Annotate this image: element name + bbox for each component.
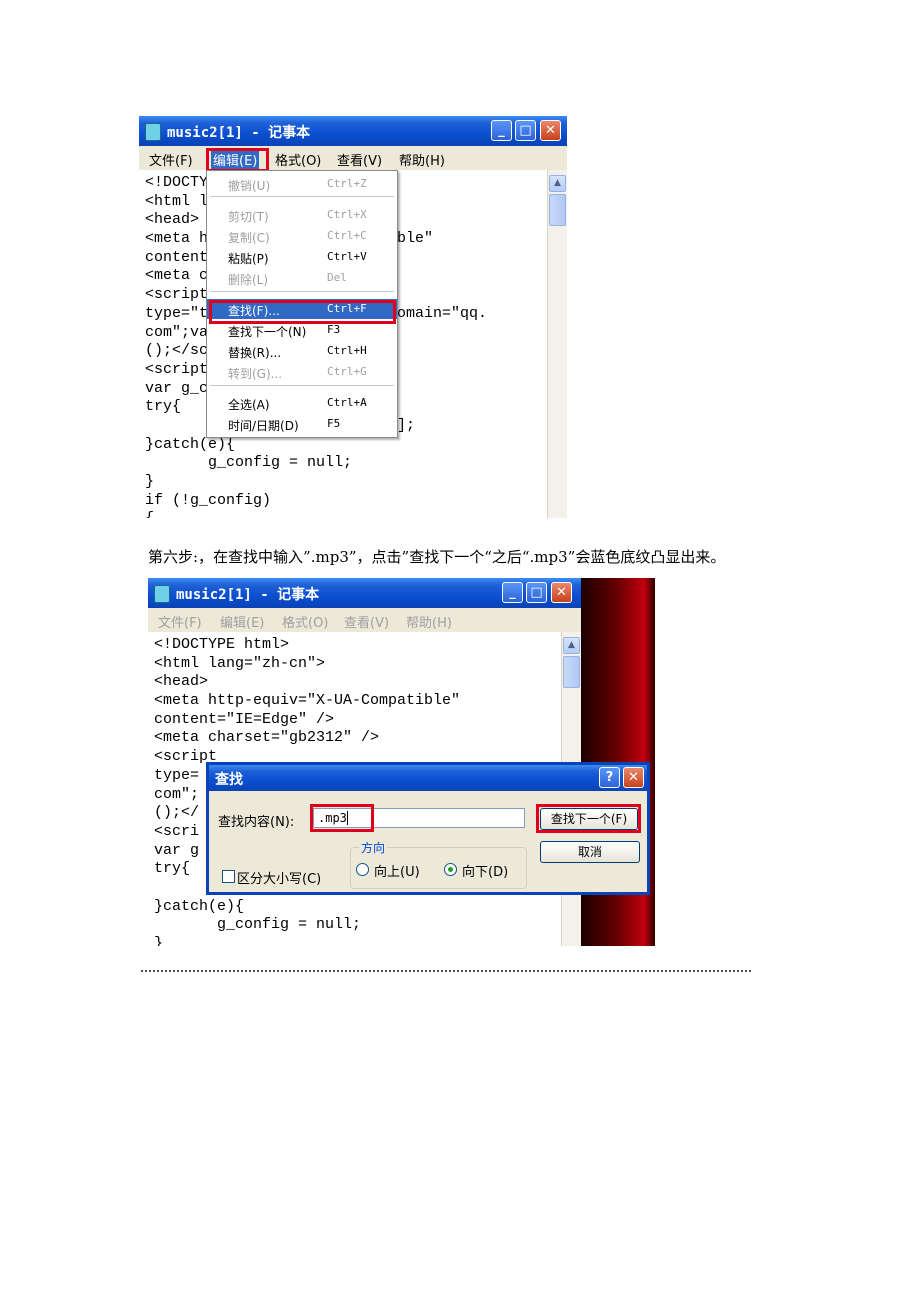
step-caption: 第六步:，在查找中输入”.mp3”，点击”查找下一个“之后“.mp3”会蓝色底纹…	[148, 548, 726, 566]
minimize-button[interactable]: _	[502, 582, 523, 603]
editor-line: <html lang="zh-cn">	[154, 654, 326, 672]
editor-line: {	[145, 510, 547, 518]
editor-line: }	[154, 935, 164, 946]
menu-bar: 文件(F) 编辑(E) 格式(O) 查看(V) 帮助(H)	[148, 608, 581, 632]
dialog-title: 查找	[215, 772, 243, 788]
match-case-checkbox[interactable]	[222, 870, 235, 883]
minimize-button[interactable]: _	[491, 120, 512, 141]
editor-line: content="IE=Edge" />	[154, 710, 335, 728]
find-input-highlight	[310, 804, 374, 832]
close-button[interactable]: ✕	[551, 582, 572, 603]
menu-bar: 文件(F) 编辑(E) 格式(O) 查看(V) 帮助(H)	[139, 146, 567, 170]
radio-down[interactable]	[444, 863, 457, 876]
screenshot-edit-menu: music2[1] - 记事本 _ □ ✕ 文件(F) 编辑(E) 格式(O) …	[139, 116, 567, 518]
notepad-icon	[154, 585, 170, 603]
menu-item-cut[interactable]: 剪切(T) Ctrl+X	[207, 205, 397, 225]
window-title: music2[1] - 记事本	[176, 587, 320, 603]
screenshot-find-dialog: music2[1] - 记事本 _ □ ✕ 文件(F) 编辑(E) 格式(O) …	[148, 578, 655, 946]
menu-item-time-date[interactable]: 时间/日期(D) F5	[207, 414, 397, 434]
menu-edit[interactable]: 编辑(E)	[220, 612, 264, 631]
find-dialog: 查找 ? ✕ 查找内容(N): .mp3 查找下一个(F) 取消 区分大小写(C…	[206, 762, 650, 895]
menu-item-goto[interactable]: 转到(G)... Ctrl+G	[207, 362, 397, 382]
radio-up[interactable]	[356, 863, 369, 876]
editor-line: <meta http-equiv="X-UA-Compatible"	[154, 692, 461, 710]
find-item-highlight	[209, 300, 396, 324]
menu-file[interactable]: 文件(F)	[158, 612, 202, 631]
notepad-icon	[145, 123, 161, 141]
window-title: music2[1] - 记事本	[167, 125, 311, 141]
dialog-close-button[interactable]: ✕	[623, 767, 644, 788]
menu-help[interactable]: 帮助(H)	[399, 150, 445, 169]
maximize-button[interactable]: □	[515, 120, 536, 141]
dotted-separator	[140, 969, 752, 973]
menu-view[interactable]: 查看(V)	[337, 150, 382, 169]
edit-menu-highlight	[206, 148, 269, 172]
cancel-button[interactable]: 取消	[540, 841, 640, 863]
editor-line: <meta charset="gb2312" />	[154, 729, 380, 747]
scroll-up-icon[interactable]: ▲	[563, 637, 580, 654]
menu-item-copy[interactable]: 复制(C) Ctrl+C	[207, 226, 397, 246]
window-titlebar[interactable]: music2[1] - 记事本 _ □ ✕	[139, 116, 567, 146]
menu-item-replace[interactable]: 替换(R)... Ctrl+H	[207, 341, 397, 361]
radio-dot-icon	[448, 867, 453, 872]
radio-up-label: 向上(U)	[374, 865, 420, 880]
menu-item-undo[interactable]: 撤销(U) Ctrl+Z	[207, 174, 397, 194]
radio-down-label: 向下(D)	[462, 865, 509, 880]
maximize-button[interactable]: □	[526, 582, 547, 603]
editor-line: g_config = null;	[145, 454, 353, 472]
menu-format[interactable]: 格式(O)	[282, 612, 328, 631]
find-label: 查找内容(N):	[218, 815, 295, 830]
menu-view[interactable]: 查看(V)	[344, 612, 389, 631]
window-titlebar[interactable]: music2[1] - 记事本 _ □ ✕	[148, 578, 581, 608]
menu-separator	[210, 385, 394, 386]
editor-line: }catch(e){	[154, 897, 245, 915]
scroll-up-icon[interactable]: ▲	[549, 175, 566, 192]
editor-line: <head>	[154, 673, 209, 691]
editor-line: <!DOCTYPE html>	[154, 636, 290, 653]
close-button[interactable]: ✕	[540, 120, 561, 141]
scroll-thumb[interactable]	[563, 656, 580, 688]
find-next-highlight	[536, 804, 641, 833]
scroll-thumb[interactable]	[549, 194, 566, 226]
dialog-titlebar[interactable]: 查找 ? ✕	[209, 765, 647, 791]
menu-item-paste[interactable]: 粘贴(P) Ctrl+V	[207, 247, 397, 267]
menu-help[interactable]: 帮助(H)	[406, 612, 452, 631]
menu-separator	[210, 196, 394, 197]
editor-line: }catch(e){	[145, 435, 236, 453]
menu-separator	[210, 291, 394, 292]
editor-line: g_config = null;	[154, 916, 362, 934]
editor-line: }	[145, 473, 155, 490]
help-button[interactable]: ?	[599, 767, 620, 788]
menu-item-select-all[interactable]: 全选(A) Ctrl+A	[207, 393, 397, 413]
menu-item-delete[interactable]: 删除(L) Del	[207, 268, 397, 288]
match-case-label: 区分大小写(C)	[237, 872, 322, 887]
menu-file[interactable]: 文件(F)	[149, 150, 193, 169]
direction-label: 方向	[359, 839, 388, 856]
menu-format[interactable]: 格式(O)	[275, 150, 321, 169]
vertical-scrollbar[interactable]: ▲	[547, 170, 567, 518]
editor-line: if (!g_config)	[145, 491, 272, 509]
